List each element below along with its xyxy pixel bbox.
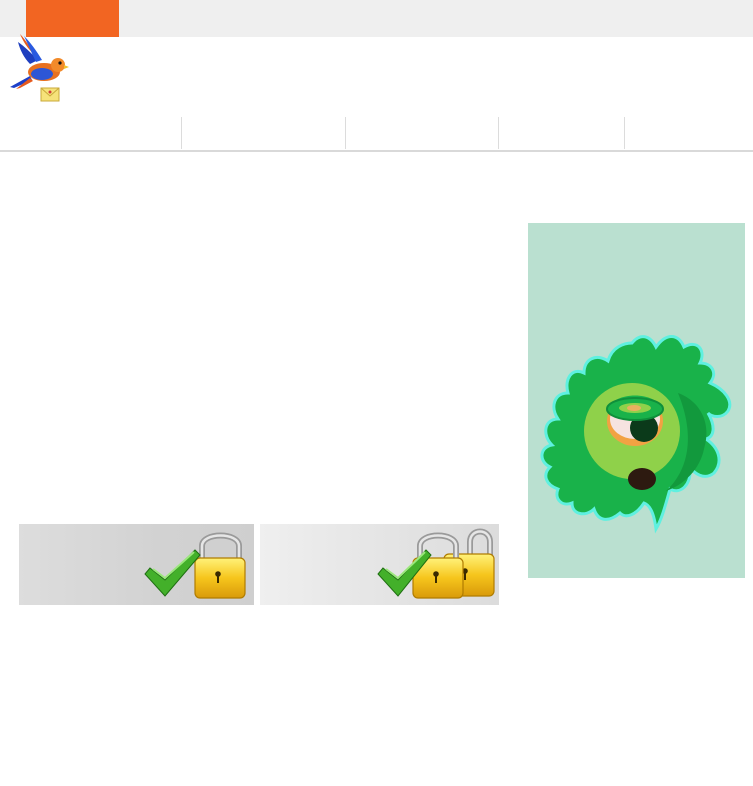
check-double-lock-icon <box>377 528 495 599</box>
promo-banner-double-secure[interactable] <box>260 524 499 605</box>
top-bar <box>0 0 753 37</box>
promo-banner-secure[interactable] <box>19 524 254 605</box>
ad-banner[interactable] <box>528 223 745 578</box>
check-lock-icon <box>144 532 246 599</box>
nav-item-2[interactable] <box>182 117 345 149</box>
green-virus-monster-icon <box>540 335 732 534</box>
nav-item-5[interactable] <box>625 117 753 149</box>
parrot-mail-logo-icon[interactable] <box>6 30 72 106</box>
main-nav <box>0 117 753 152</box>
nav-item-1[interactable] <box>0 117 181 149</box>
nav-item-4[interactable] <box>499 117 624 149</box>
nav-item-3[interactable] <box>346 117 498 149</box>
